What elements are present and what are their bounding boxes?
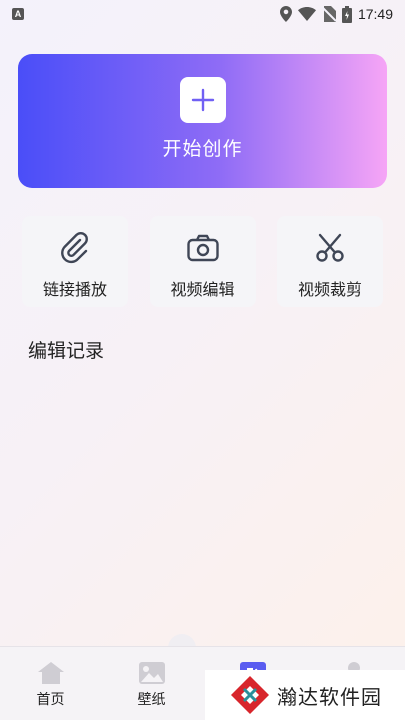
location-icon [279,6,292,22]
status-time: 17:49 [357,6,393,22]
nav-label-wallpaper: 壁纸 [137,692,166,708]
edit-history-title: 编辑记录 [28,340,105,362]
watermark-text: 瀚达软件园 [277,684,382,709]
camera-icon [185,230,221,266]
tool-grid: 链接播放 视频编辑 视频裁剪 [22,216,383,307]
nav-item-home[interactable]: 首页 [0,647,101,720]
start-creating-banner[interactable]: 开始创作 [18,54,387,188]
start-creating-label: 开始创作 [162,138,243,160]
video-trim-label: 视频裁剪 [297,280,362,299]
wifi-icon [297,7,316,21]
watermark-logo-icon [231,676,269,714]
no-sim-icon [321,6,336,22]
video-edit-button[interactable]: 视频编辑 [149,216,256,307]
video-trim-button[interactable]: 视频裁剪 [277,216,383,307]
status-left: A [12,8,24,20]
image-icon [138,662,165,684]
paperclip-icon [57,230,93,266]
notification-a-icon: A [12,8,24,20]
link-play-label: 链接播放 [42,280,107,299]
nav-label-home: 首页 [36,692,65,708]
battery-icon [341,5,352,23]
status-bar: A 17:49 [0,0,405,28]
nav-item-wallpaper[interactable]: 壁纸 [101,647,202,720]
video-edit-label: 视频编辑 [170,280,235,299]
status-right: 17:49 [279,5,393,23]
watermark: 瀚达软件园 [205,670,405,720]
plus-icon [179,77,226,123]
scissors-icon [312,230,348,266]
link-play-button[interactable]: 链接播放 [22,216,128,307]
home-icon [37,662,64,684]
